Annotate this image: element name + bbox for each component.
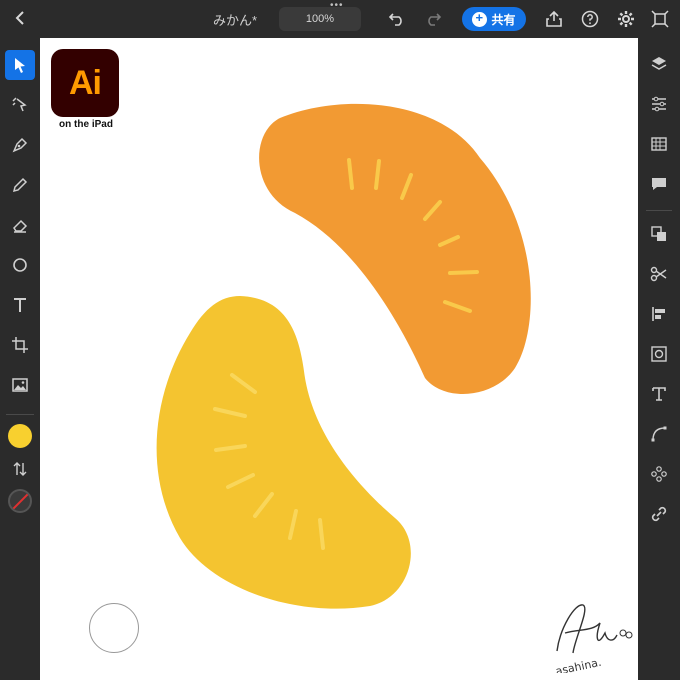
touch-shortcut-button[interactable] xyxy=(89,603,139,653)
links-icon[interactable] xyxy=(647,502,671,526)
signature-mark: asahina. xyxy=(554,604,633,673)
fullscreen-icon[interactable] xyxy=(649,8,671,30)
comments-icon[interactable] xyxy=(647,172,671,196)
redo-icon[interactable] xyxy=(422,8,444,30)
help-icon[interactable] xyxy=(579,8,601,30)
properties-icon[interactable] xyxy=(647,92,671,116)
panel-divider xyxy=(646,210,672,211)
toolbar-divider xyxy=(6,414,34,415)
undo-icon[interactable] xyxy=(386,8,408,30)
export-icon[interactable] xyxy=(543,8,565,30)
arrange-icon[interactable] xyxy=(647,222,671,246)
share-button-label: 共有 xyxy=(491,12,516,27)
image-trace-icon[interactable] xyxy=(647,342,671,366)
pencil-tool-icon[interactable] xyxy=(5,170,35,200)
zoom-level[interactable]: 100% xyxy=(279,7,361,31)
top-bar: みかん* ••• 100% 共有 xyxy=(0,0,680,38)
signature-text: asahina. xyxy=(554,656,602,673)
right-panel xyxy=(638,38,680,680)
image-tool-icon[interactable] xyxy=(5,370,35,400)
selection-tool-icon[interactable] xyxy=(5,50,35,80)
path-icon[interactable] xyxy=(647,422,671,446)
type-panel-icon[interactable] xyxy=(647,382,671,406)
swatches-icon[interactable] xyxy=(647,132,671,156)
repeat-icon[interactable] xyxy=(647,462,671,486)
direct-selection-tool-icon[interactable] xyxy=(5,90,35,120)
artwork xyxy=(156,103,531,609)
type-tool-icon[interactable] xyxy=(5,290,35,320)
layers-icon[interactable] xyxy=(647,52,671,76)
stroke-color-swatch[interactable] xyxy=(8,489,32,513)
document-title[interactable]: みかん* xyxy=(200,10,270,29)
add-user-icon xyxy=(472,10,488,27)
left-toolbar xyxy=(0,38,40,680)
align-icon[interactable] xyxy=(647,302,671,326)
share-button[interactable]: 共有 xyxy=(462,7,526,31)
artboard-canvas[interactable]: Ai on the iPad asahina. xyxy=(40,38,638,680)
cut-icon[interactable] xyxy=(647,262,671,286)
pen-tool-icon[interactable] xyxy=(5,130,35,160)
eraser-tool-icon[interactable] xyxy=(5,210,35,240)
chevron-left-icon[interactable] xyxy=(10,8,30,28)
ellipse-tool-icon[interactable] xyxy=(5,250,35,280)
transform-tool-icon[interactable] xyxy=(5,330,35,360)
swap-colors-icon[interactable] xyxy=(5,454,35,484)
settings-icon[interactable] xyxy=(615,8,637,30)
fill-color-swatch[interactable] xyxy=(8,424,32,448)
yellow-segment[interactable] xyxy=(156,296,411,609)
